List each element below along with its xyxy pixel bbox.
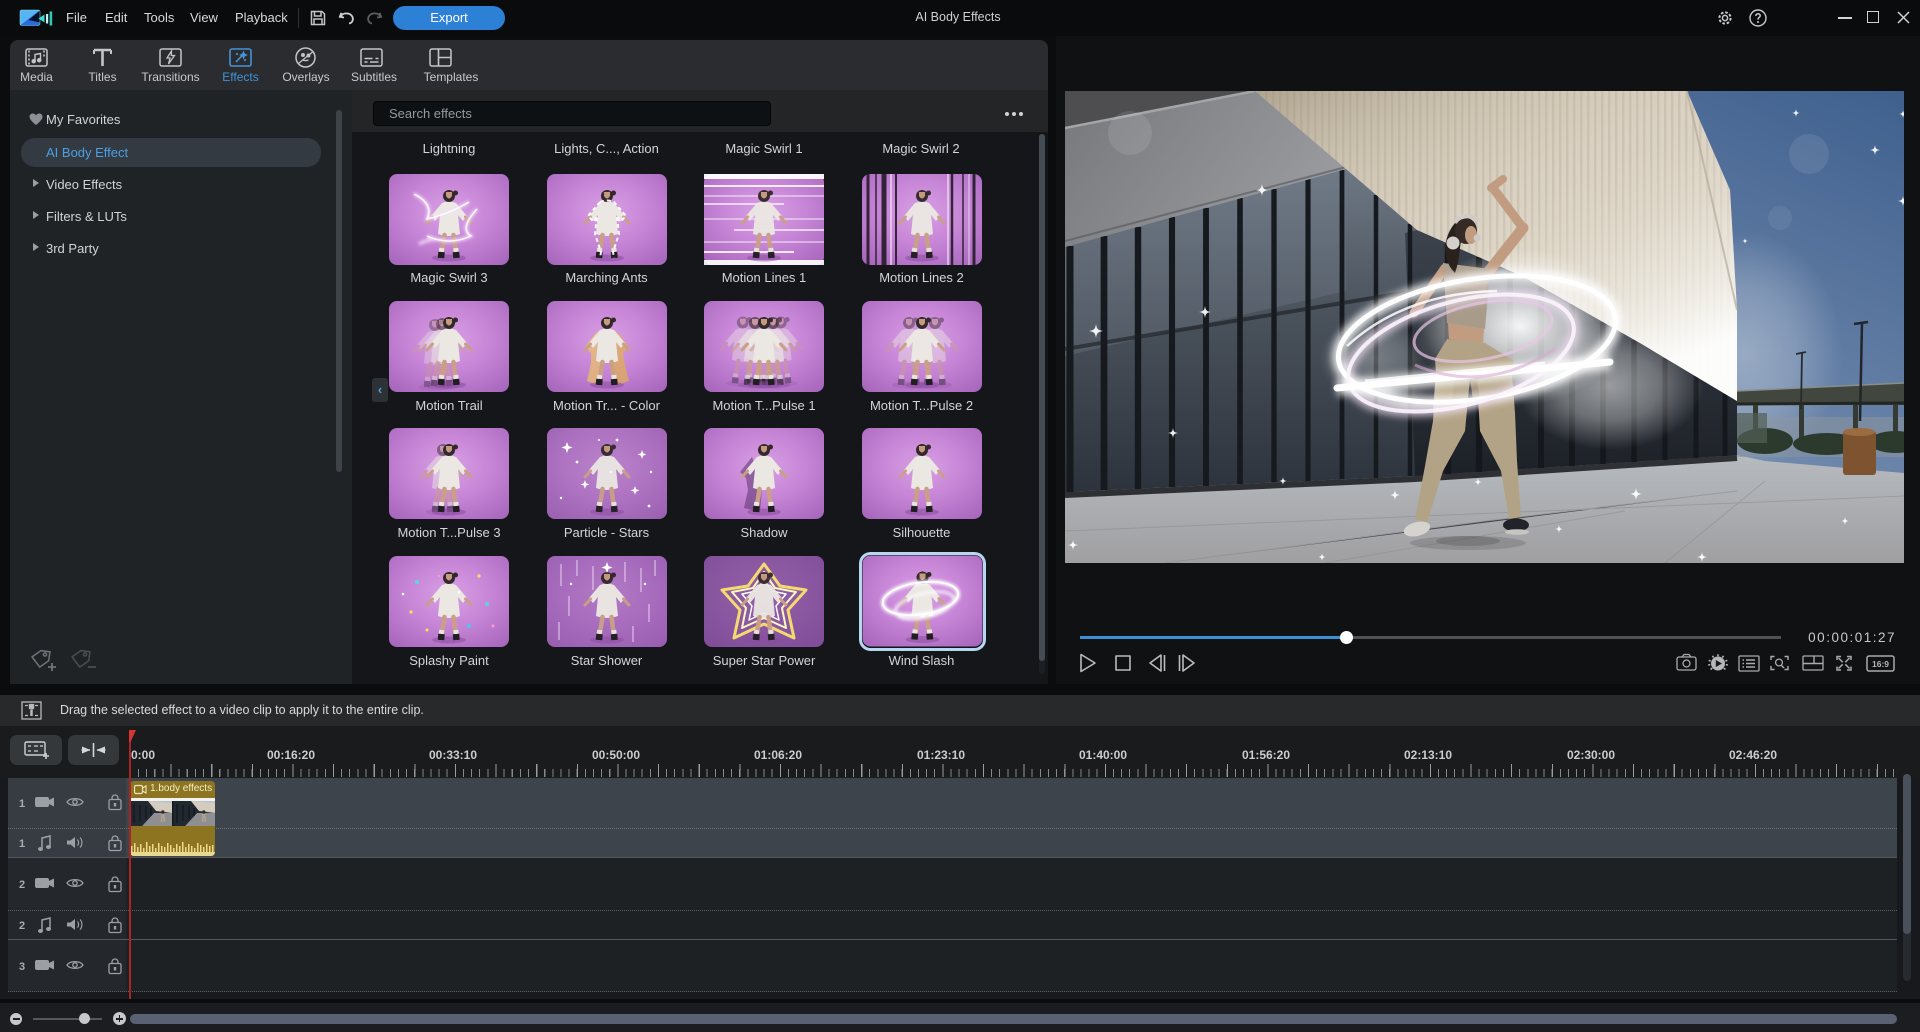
svg-text:16:9: 16:9 (1872, 659, 1889, 669)
svg-text:3: 3 (19, 961, 25, 973)
svg-text:1: 1 (19, 838, 25, 850)
svg-text:2: 2 (19, 920, 25, 932)
svg-text:1: 1 (19, 798, 25, 810)
svg-text:2: 2 (19, 879, 25, 891)
